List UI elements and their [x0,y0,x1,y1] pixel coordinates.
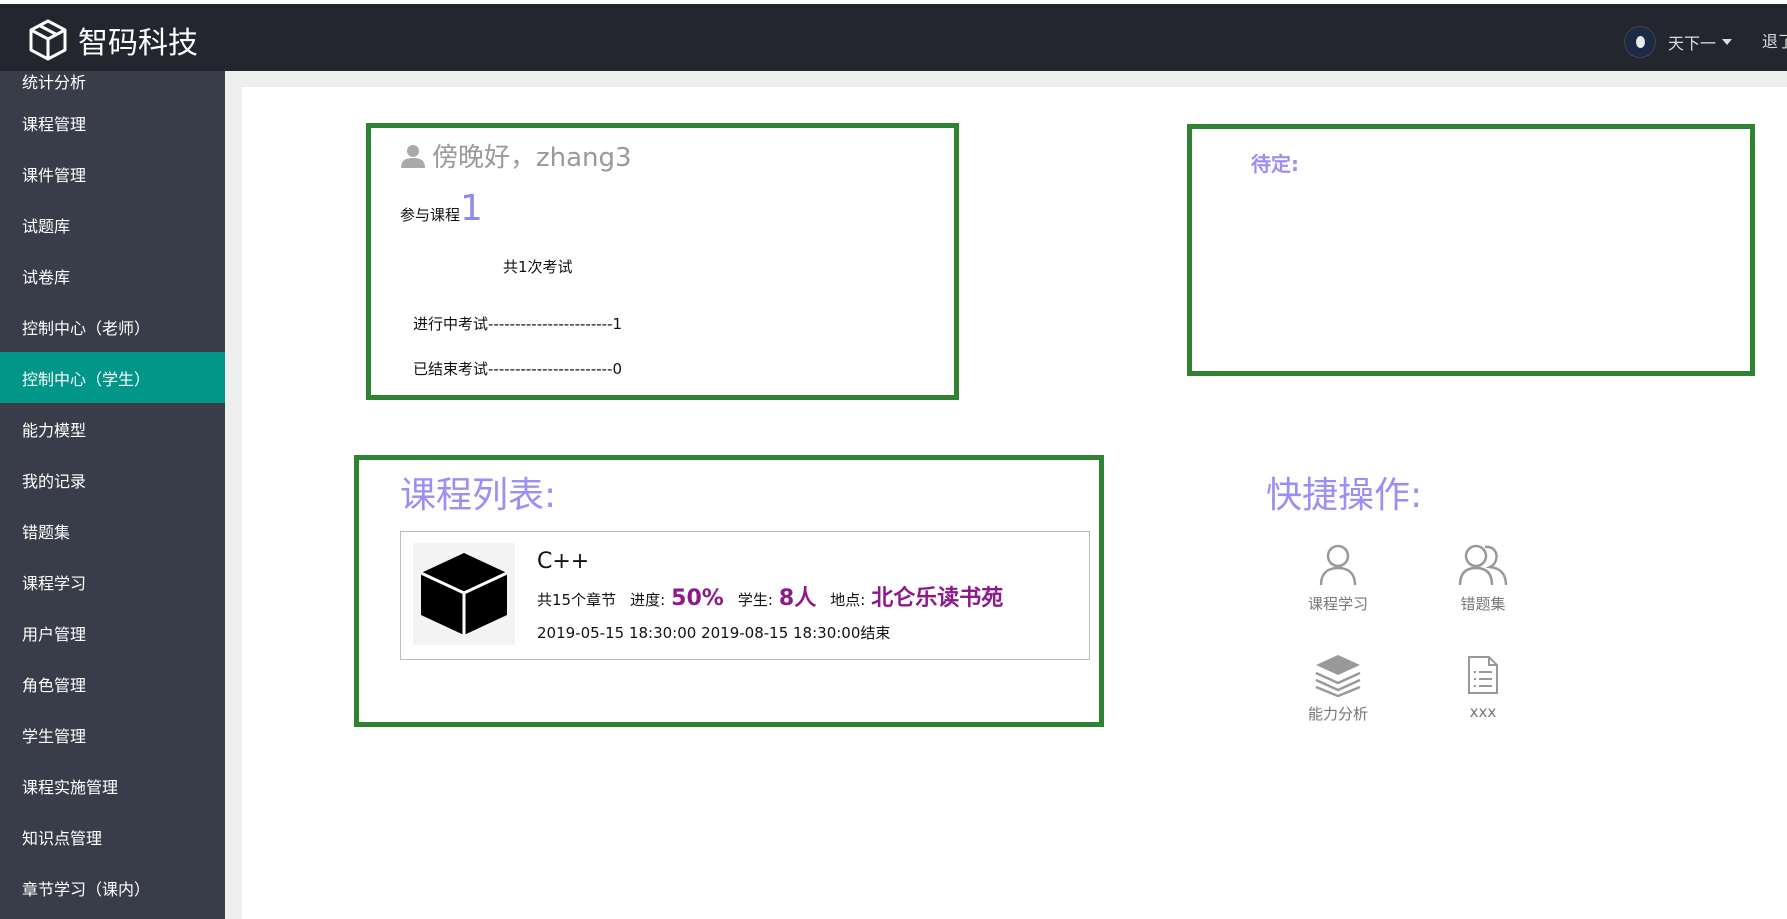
cube-icon [420,553,508,635]
quick-actions-title: 快捷操作: [1266,475,1423,516]
user-menu[interactable]: 天下一 [1624,26,1733,58]
sidebar-item-paper-bank[interactable]: 试卷库 [0,250,225,301]
location-value: 北仑乐读书苑 [871,586,1004,611]
logout-link[interactable]: 退了 [1762,28,1787,52]
course-dates: 2019-05-15 18:30:00 2019-08-15 18:30:00结… [537,624,891,642]
sidebar-item-control-teacher[interactable]: 控制中心（老师） [0,301,225,352]
group-icon [1458,544,1508,586]
courses-label: 参与课程 [400,206,461,224]
courses-joined: 参与课程 1 [400,188,483,229]
courses-count: 1 [460,188,483,229]
exams-finished: 已结束考试-----------------------0 [413,360,623,378]
top-bar: 智码科技 天下一 退了 [0,4,1787,71]
course-card[interactable]: C++ 共15个章节 进度: 50% 学生: 8人 地点: 北仑乐读书苑 201… [400,531,1090,660]
quick-action-label: 能力分析 [1307,705,1368,723]
sidebar: 统计分析 课程管理 课件管理 试题库 试卷库 控制中心（老师） 控制中心（学生）… [0,71,225,919]
person-icon [1319,544,1357,586]
course-list-title: 课程列表: [400,475,557,516]
quick-action-label: 课程学习 [1307,595,1368,613]
course-chapters: 共15个章节 [537,591,617,609]
sidebar-item-course-impl[interactable]: 课程实施管理 [0,760,225,811]
content-top-border [225,71,1787,87]
exam-total: 共1次考试 [503,258,573,276]
course-meta: 共15个章节 进度: 50% 学生: 8人 地点: 北仑乐读书苑 [537,580,1017,612]
sidebar-item-my-records[interactable]: 我的记录 [0,454,225,505]
sidebar-item-user-manage[interactable]: 用户管理 [0,607,225,658]
chevron-down-icon [1722,39,1733,45]
document-icon [1468,656,1498,694]
cube-logo-icon [29,19,67,61]
sidebar-item-course-study[interactable]: 课程学习 [0,556,225,607]
progress-value: 50% [671,586,724,611]
logo[interactable]: 智码科技 [28,18,198,62]
sidebar-item-student-manage[interactable]: 学生管理 [0,709,225,760]
sidebar-item-wrong-questions[interactable]: 错题集 [0,505,225,556]
greeting-text: 傍晚好，zhang3 [432,143,632,173]
sidebar-item-courseware[interactable]: 课件管理 [0,148,225,199]
greeting: 傍晚好，zhang3 [400,137,632,174]
sidebar-item-role-manage[interactable]: 角色管理 [0,658,225,709]
progress-label: 进度: [630,591,666,609]
students-value: 8人 [778,586,817,611]
user-name: 天下一 [1668,34,1717,53]
location-label: 地点: [830,591,866,609]
quick-action-ability-analysis[interactable]: 能力分析 [1283,653,1393,724]
logo-text: 智码科技 [78,26,198,61]
sidebar-item-course-manage[interactable]: 课程管理 [0,97,225,148]
avatar[interactable] [1624,26,1656,58]
sidebar-item-question-bank[interactable]: 试题库 [0,199,225,250]
quick-action-course-study[interactable]: 课程学习 [1283,543,1393,614]
sidebar-item-control-student[interactable]: 控制中心（学生） [0,352,225,403]
exams-in-progress: 进行中考试-----------------------1 [413,315,623,333]
layers-icon [1315,655,1361,697]
sidebar-item-chapter-study[interactable]: 章节学习（课内） [0,862,225,913]
students-label: 学生: [737,591,773,609]
content-left-border [225,71,242,919]
course-name[interactable]: C++ [537,549,589,574]
quick-action-xxx[interactable]: xxx [1428,653,1538,721]
sidebar-item-ability-model[interactable]: 能力模型 [0,403,225,454]
course-thumbnail [413,543,515,645]
quick-action-wrong-questions[interactable]: 错题集 [1428,543,1538,614]
user-icon [401,144,425,168]
sidebar-item-knowledge[interactable]: 知识点管理 [0,811,225,862]
quick-action-label: xxx [1469,703,1497,721]
pending-title: 待定: [1251,152,1299,176]
quick-action-label: 错题集 [1460,595,1506,613]
